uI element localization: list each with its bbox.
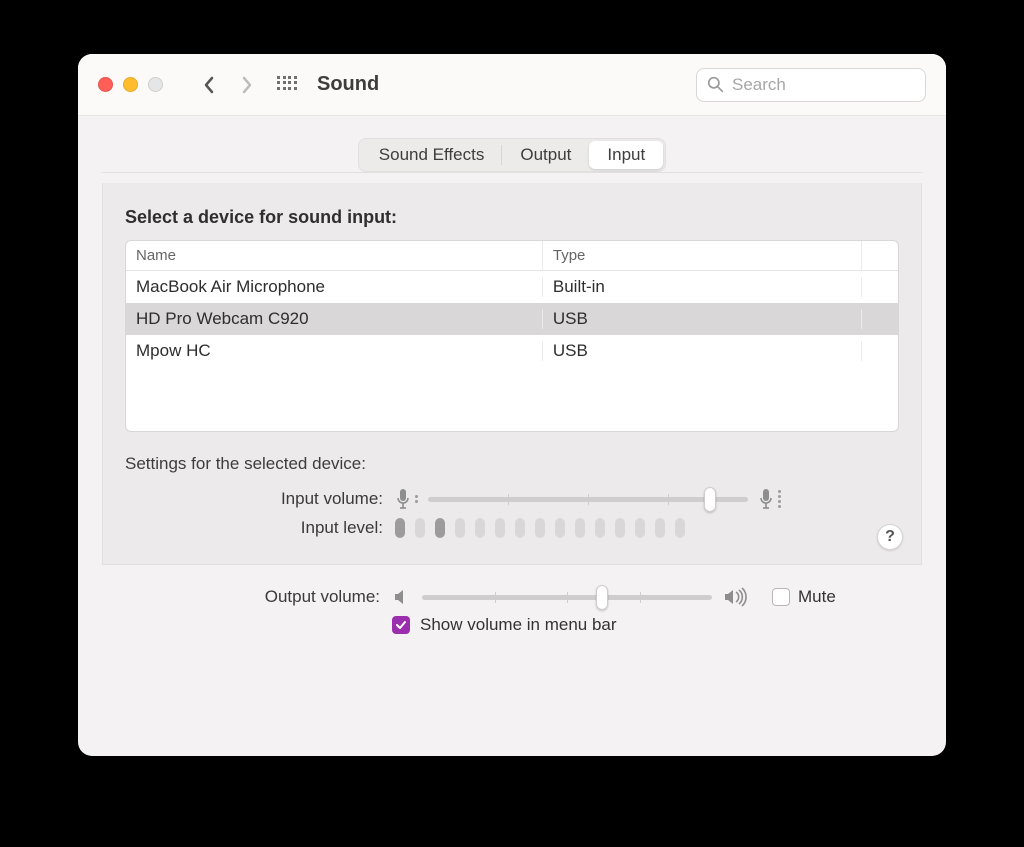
output-volume-label: Output volume: bbox=[102, 587, 392, 607]
show-volume-row: Show volume in menu bar bbox=[102, 615, 922, 635]
input-level-label: Input level: bbox=[125, 518, 395, 538]
level-segment bbox=[475, 518, 485, 538]
input-volume-row: Input volume: bbox=[125, 488, 899, 510]
level-segment bbox=[675, 518, 685, 538]
table-body: MacBook Air Microphone Built-in HD Pro W… bbox=[126, 271, 898, 431]
level-segment bbox=[635, 518, 645, 538]
input-panel: Select a device for sound input: Name Ty… bbox=[102, 183, 922, 565]
level-segment bbox=[515, 518, 525, 538]
window-controls bbox=[98, 77, 163, 92]
column-header-name[interactable]: Name bbox=[126, 241, 543, 270]
minimize-window-button[interactable] bbox=[123, 77, 138, 92]
device-name: HD Pro Webcam C920 bbox=[126, 309, 543, 329]
window-title: Sound bbox=[317, 73, 379, 96]
search-input[interactable] bbox=[732, 75, 915, 95]
level-segment bbox=[455, 518, 465, 538]
microphone-low-icon bbox=[395, 488, 418, 510]
level-segment bbox=[655, 518, 665, 538]
footer: Output volume: Mute bbox=[78, 565, 946, 643]
tab-sound-effects[interactable]: Sound Effects bbox=[361, 141, 503, 169]
tab-output[interactable]: Output bbox=[502, 141, 589, 169]
input-level-meter bbox=[395, 518, 765, 538]
mute-label: Mute bbox=[798, 587, 836, 607]
titlebar: Sound bbox=[78, 54, 946, 116]
preferences-window: Sound Sound Effects Output Input Select … bbox=[78, 54, 946, 756]
level-segment bbox=[535, 518, 545, 538]
table-row[interactable]: MacBook Air Microphone Built-in bbox=[126, 271, 898, 303]
input-level-row: Input level: bbox=[125, 518, 899, 538]
level-segment bbox=[595, 518, 605, 538]
level-segment bbox=[555, 518, 565, 538]
table-row[interactable]: HD Pro Webcam C920 USB bbox=[126, 303, 898, 335]
device-type: Built-in bbox=[543, 277, 862, 297]
tab-bar: Sound Effects Output Input bbox=[358, 138, 666, 172]
speaker-loud-icon bbox=[722, 587, 748, 607]
device-name: MacBook Air Microphone bbox=[126, 277, 543, 297]
input-volume-slider[interactable] bbox=[428, 497, 748, 502]
device-list-title: Select a device for sound input: bbox=[125, 207, 899, 228]
level-segment bbox=[575, 518, 585, 538]
settings-title: Settings for the selected device: bbox=[125, 454, 899, 474]
device-name: Mpow HC bbox=[126, 341, 543, 361]
output-volume-row: Output volume: Mute bbox=[102, 587, 922, 607]
slider-thumb[interactable] bbox=[596, 585, 608, 610]
device-table: Name Type MacBook Air Microphone Built-i… bbox=[125, 240, 899, 432]
tab-input[interactable]: Input bbox=[589, 141, 663, 169]
show-all-icon[interactable] bbox=[277, 76, 295, 94]
zoom-window-button[interactable] bbox=[148, 77, 163, 92]
level-segment bbox=[495, 518, 505, 538]
mute-checkbox[interactable] bbox=[772, 588, 790, 606]
show-volume-label: Show volume in menu bar bbox=[420, 615, 617, 635]
level-segment bbox=[415, 518, 425, 538]
help-button[interactable]: ? bbox=[877, 524, 903, 550]
device-type: USB bbox=[543, 309, 862, 329]
level-segment bbox=[615, 518, 625, 538]
search-field[interactable] bbox=[696, 68, 926, 102]
level-segment bbox=[435, 518, 445, 538]
device-type: USB bbox=[543, 341, 862, 361]
input-volume-label: Input volume: bbox=[125, 489, 395, 509]
search-icon bbox=[707, 76, 724, 93]
content-area: Sound Effects Output Input Select a devi… bbox=[78, 116, 946, 756]
level-segment bbox=[395, 518, 405, 538]
slider-thumb[interactable] bbox=[704, 487, 716, 512]
speaker-mute-icon bbox=[392, 587, 412, 607]
nav-back-button[interactable] bbox=[195, 71, 223, 99]
microphone-high-icon bbox=[758, 488, 781, 510]
output-volume-slider[interactable] bbox=[422, 595, 712, 600]
column-header-type[interactable]: Type bbox=[543, 241, 862, 270]
show-volume-checkbox[interactable] bbox=[392, 616, 410, 634]
nav-forward-button[interactable] bbox=[233, 71, 261, 99]
table-header: Name Type bbox=[126, 241, 898, 271]
close-window-button[interactable] bbox=[98, 77, 113, 92]
table-row[interactable]: Mpow HC USB bbox=[126, 335, 898, 367]
